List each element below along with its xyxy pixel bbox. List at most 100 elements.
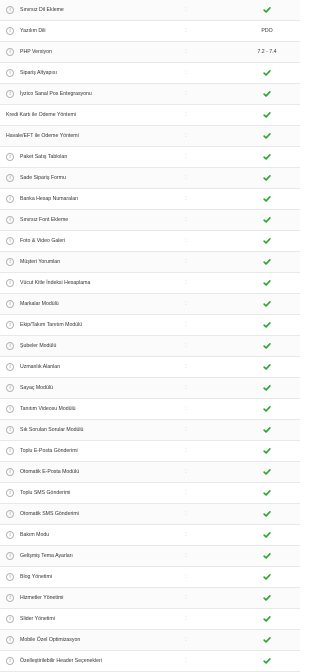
separator: : (185, 301, 187, 307)
separator: : (185, 469, 187, 475)
feature-row: i Müşteri Yorumları: (0, 252, 300, 273)
check-icon (263, 553, 271, 559)
info-circle-icon[interactable]: i (6, 552, 14, 560)
check-icon (263, 469, 271, 475)
feature-label: Tanıtım Videosu Modülü (20, 406, 76, 412)
value-cell (234, 70, 300, 76)
feature-row: i Sık Sorulan Sorular Modülü: (0, 420, 300, 441)
info-circle-icon[interactable]: i (6, 258, 14, 266)
separator: : (185, 238, 187, 244)
separator: : (185, 280, 187, 286)
info-circle-icon[interactable]: i (6, 216, 14, 224)
separator-cell: : (138, 616, 234, 622)
separator-cell: : (138, 49, 234, 55)
check-icon (263, 658, 271, 664)
separator: : (185, 574, 187, 580)
feature-cell: i İyzico Sanal Pos Entegrasyonu (0, 90, 138, 98)
value-cell: PDO (234, 28, 300, 34)
feature-label: Havale/EFT ile Ödeme Yöntemi (6, 133, 79, 139)
feature-cell: i Sipariş Altyapısı (0, 69, 138, 77)
feature-label: Markalar Modülü (20, 301, 59, 307)
feature-row: i Sade Sipariş Formu: (0, 168, 300, 189)
info-circle-icon[interactable]: i (6, 321, 14, 329)
info-circle-icon[interactable]: i (6, 573, 14, 581)
info-circle-icon[interactable]: i (6, 279, 14, 287)
value-cell (234, 154, 300, 160)
feature-row: i İyzico Sanal Pos Entegrasyonu: (0, 84, 300, 105)
feature-row: i Foto & Video Galeri: (0, 231, 300, 252)
value-cell (234, 490, 300, 496)
info-circle-icon[interactable]: i (6, 468, 14, 476)
value-cell (234, 385, 300, 391)
feature-row: i Blog Yönetimi: (0, 567, 300, 588)
separator-cell: : (138, 448, 234, 454)
separator-cell: : (138, 553, 234, 559)
info-circle-icon[interactable]: i (6, 195, 14, 203)
info-circle-icon[interactable]: i (6, 426, 14, 434)
feature-label: Müşteri Yorumları (20, 259, 61, 265)
separator-cell: : (138, 196, 234, 202)
check-icon (263, 196, 271, 202)
info-circle-icon[interactable]: i (6, 489, 14, 497)
info-circle-icon[interactable]: i (6, 69, 14, 77)
check-icon (263, 175, 271, 181)
separator-cell: : (138, 385, 234, 391)
feature-row: i Sayaç Modülü: (0, 378, 300, 399)
info-circle-icon[interactable]: i (6, 615, 14, 623)
info-circle-icon[interactable]: i (6, 447, 14, 455)
separator: : (185, 28, 187, 34)
info-circle-icon[interactable]: i (6, 384, 14, 392)
check-icon (263, 490, 271, 496)
feature-cell: i Şubeler Modülü (0, 342, 138, 350)
info-circle-icon[interactable]: i (6, 237, 14, 245)
value-cell (234, 301, 300, 307)
info-circle-icon[interactable]: i (6, 594, 14, 602)
info-circle-icon[interactable]: i (6, 363, 14, 371)
value-cell (234, 343, 300, 349)
value-cell (234, 595, 300, 601)
info-circle-icon[interactable]: i (6, 405, 14, 413)
info-circle-icon[interactable]: i (6, 90, 14, 98)
separator-cell: : (138, 490, 234, 496)
separator: : (185, 196, 187, 202)
check-icon (263, 511, 271, 517)
info-circle-icon[interactable]: i (6, 300, 14, 308)
info-circle-icon[interactable]: i (6, 342, 14, 350)
value-cell (234, 133, 300, 139)
feature-row: i Sınırsız Font Ekleme: (0, 210, 300, 231)
info-circle-icon[interactable]: i (6, 48, 14, 56)
info-circle-icon[interactable]: i (6, 153, 14, 161)
info-circle-icon[interactable]: i (6, 657, 14, 665)
check-icon (263, 532, 271, 538)
feature-cell: i Foto & Video Galeri (0, 237, 138, 245)
feature-row: i Toplu SMS Gönderimi: (0, 483, 300, 504)
separator-cell: : (138, 28, 234, 34)
check-icon (263, 280, 271, 286)
info-circle-icon[interactable]: i (6, 636, 14, 644)
feature-row: i Otomatik E-Posta Modülü: (0, 462, 300, 483)
value-cell (234, 511, 300, 517)
feature-label: İyzico Sanal Pos Entegrasyonu (20, 91, 92, 97)
feature-label: Foto & Video Galeri (20, 238, 66, 244)
feature-cell: i Mobile Özel Optimizasyon (0, 636, 138, 644)
info-circle-icon[interactable]: i (6, 27, 14, 35)
feature-label: Bakım Modu (20, 532, 50, 538)
separator-cell: : (138, 343, 234, 349)
info-circle-icon[interactable]: i (6, 531, 14, 539)
check-icon (263, 238, 271, 244)
value-cell: 7.2 - 7.4 (234, 49, 300, 55)
info-circle-icon[interactable]: i (6, 6, 14, 14)
feature-label: Uzmanlık Alanları (20, 364, 61, 370)
value-cell (234, 280, 300, 286)
check-icon (263, 112, 271, 118)
feature-cell: i PHP Versiyon (0, 48, 138, 56)
info-circle-icon[interactable]: i (6, 510, 14, 518)
separator-cell: : (138, 532, 234, 538)
feature-cell: i Tanıtım Videosu Modülü (0, 405, 138, 413)
separator: : (185, 70, 187, 76)
feature-label: Toplu SMS Gönderimi (20, 490, 71, 496)
separator: : (185, 532, 187, 538)
feature-row: i Sınırsız Dil Ekleme: (0, 0, 300, 21)
info-circle-icon[interactable]: i (6, 174, 14, 182)
feature-cell: i Müşteri Yorumları (0, 258, 138, 266)
